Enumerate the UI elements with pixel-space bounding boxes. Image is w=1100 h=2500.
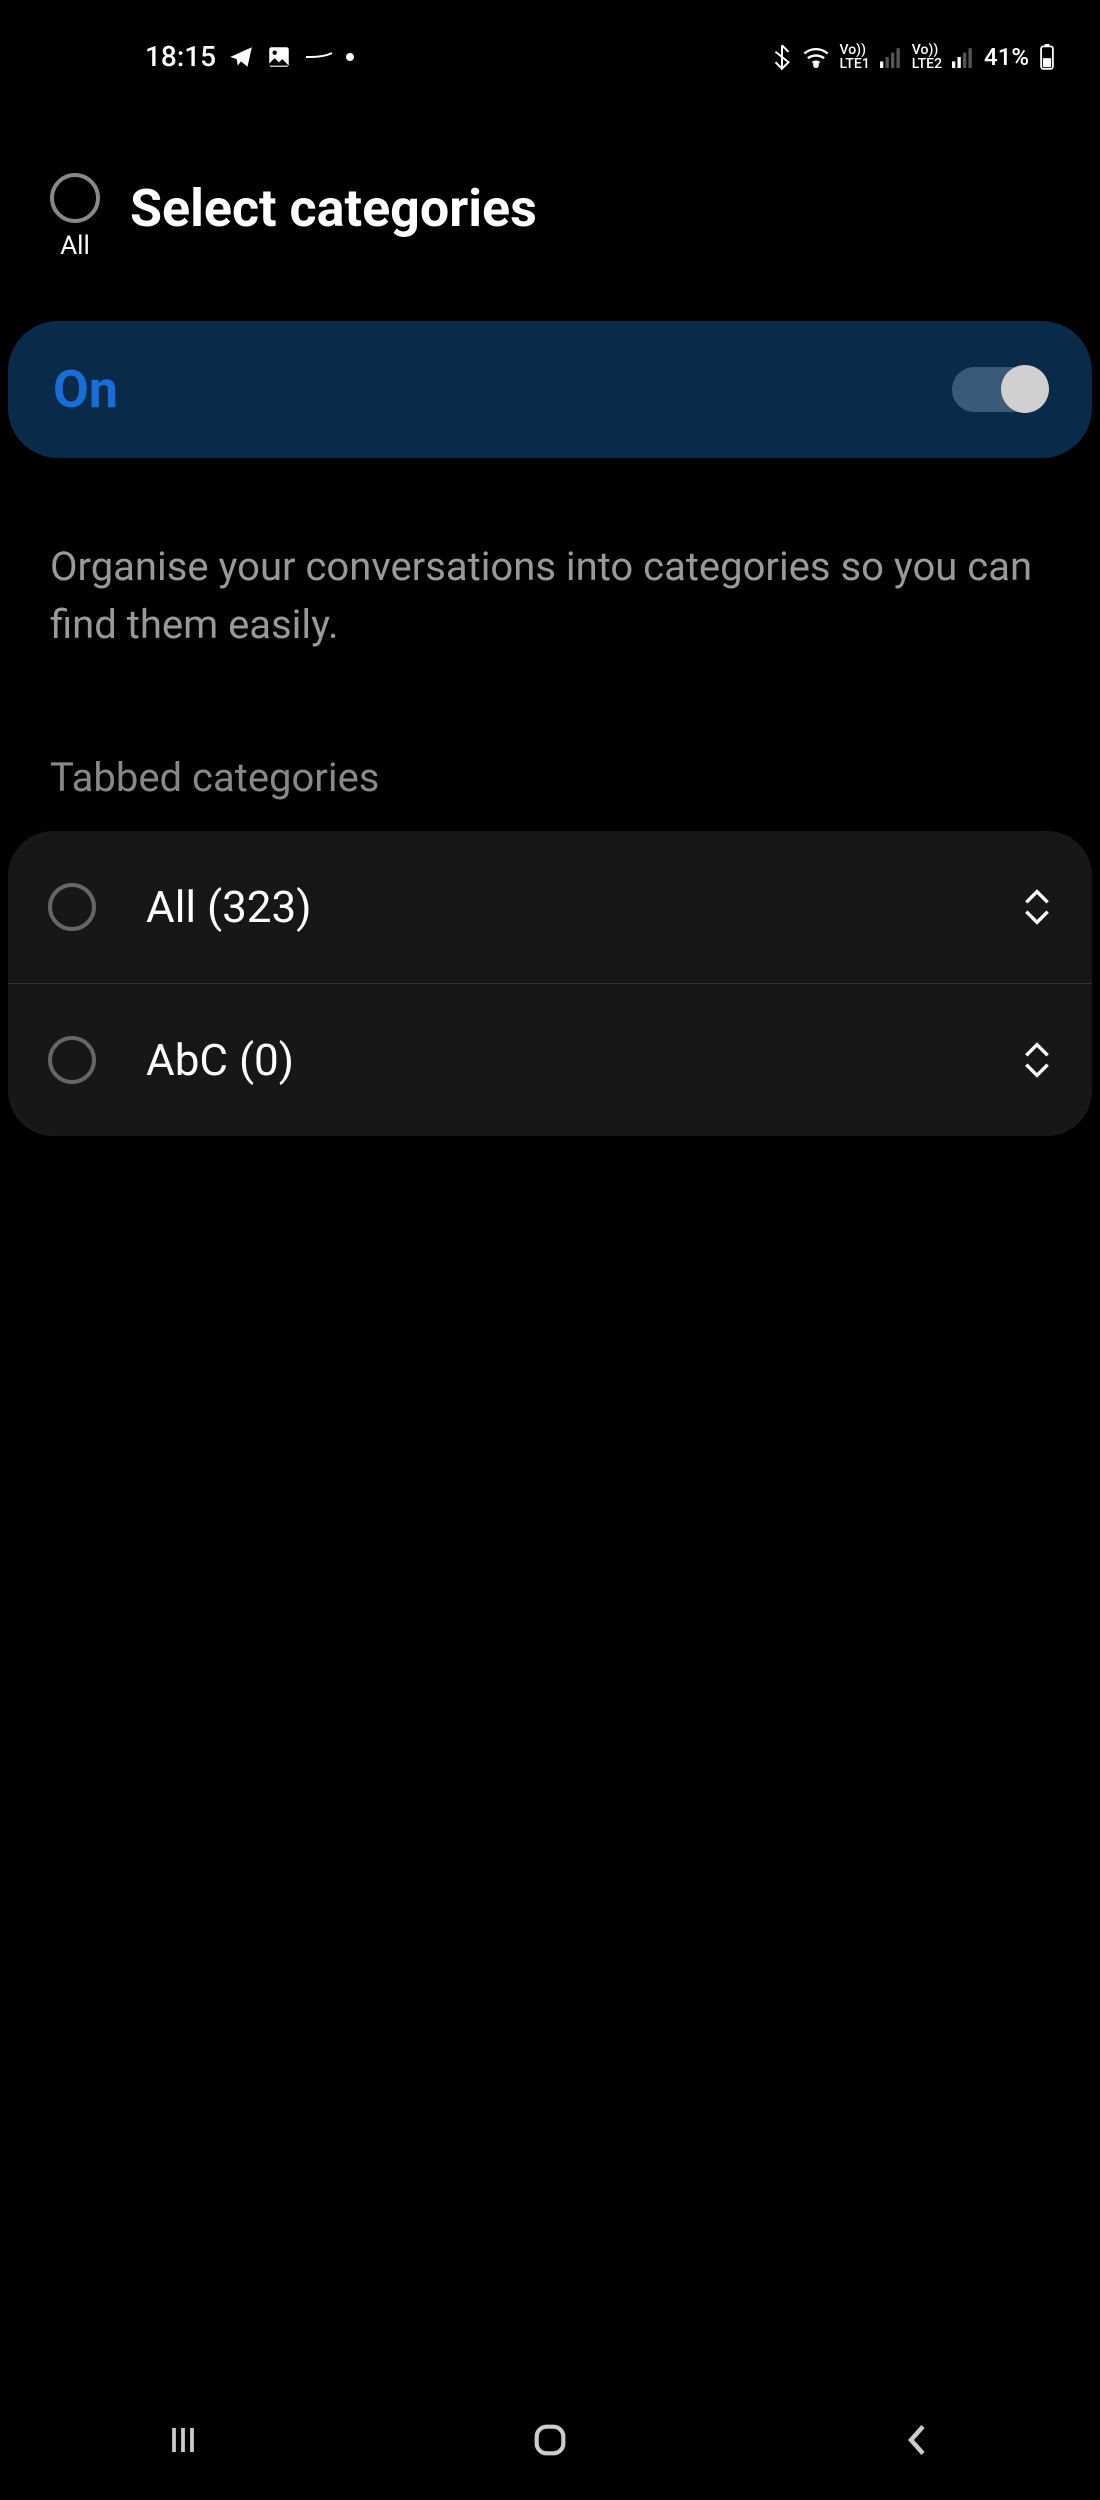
row-label: AbC (0) [146, 1034, 972, 1086]
status-right: Vo))LTE1 Vo))LTE2 41% [772, 43, 1055, 71]
select-all-control[interactable]: All [50, 173, 100, 261]
status-bar: 18:15 Vo))LTE1 Vo))LTE2 41% [0, 0, 1100, 93]
reorder-handle[interactable] [1022, 889, 1052, 925]
feature-toggle-card[interactable]: On [8, 321, 1092, 458]
battery-percent: 41% [984, 43, 1029, 71]
status-time: 18:15 [145, 40, 216, 73]
wifi-icon [802, 46, 830, 68]
row-radio-icon[interactable] [48, 1036, 96, 1084]
row-radio-icon[interactable] [48, 883, 96, 931]
toggle-state-label: On [53, 359, 118, 420]
telegram-icon [228, 44, 254, 70]
reorder-handle[interactable] [1022, 1042, 1052, 1078]
feature-description: Organise your conversations into categor… [0, 458, 1100, 704]
signal-2-icon [952, 46, 974, 68]
category-list: All (323) AbC (0) [8, 831, 1092, 1136]
select-all-label: All [60, 231, 90, 261]
row-label: All (323) [146, 881, 972, 933]
back-button[interactable] [897, 2420, 937, 2460]
signal-1-icon [880, 46, 902, 68]
home-button[interactable] [530, 2420, 570, 2460]
category-row[interactable]: All (323) [8, 831, 1092, 983]
recents-button[interactable] [163, 2420, 203, 2460]
volte2-indicator: Vo))LTE2 [912, 43, 942, 71]
header: All Select categories [0, 93, 1100, 291]
section-header: Tabbed categories [0, 704, 1100, 821]
bluetooth-icon [772, 44, 792, 70]
gallery-icon [266, 44, 292, 70]
select-all-radio-icon [50, 173, 100, 223]
volte1-indicator: Vo))LTE1 [840, 43, 870, 71]
dot-icon [346, 53, 354, 61]
toggle-knob [1001, 365, 1049, 413]
navigation-bar [0, 2380, 1100, 2500]
battery-icon [1039, 44, 1055, 70]
status-left: 18:15 [145, 40, 354, 73]
toggle-switch[interactable] [952, 367, 1047, 412]
swoosh-icon [304, 49, 334, 65]
page-title: Select categories [130, 178, 537, 239]
category-row[interactable]: AbC (0) [8, 983, 1092, 1136]
